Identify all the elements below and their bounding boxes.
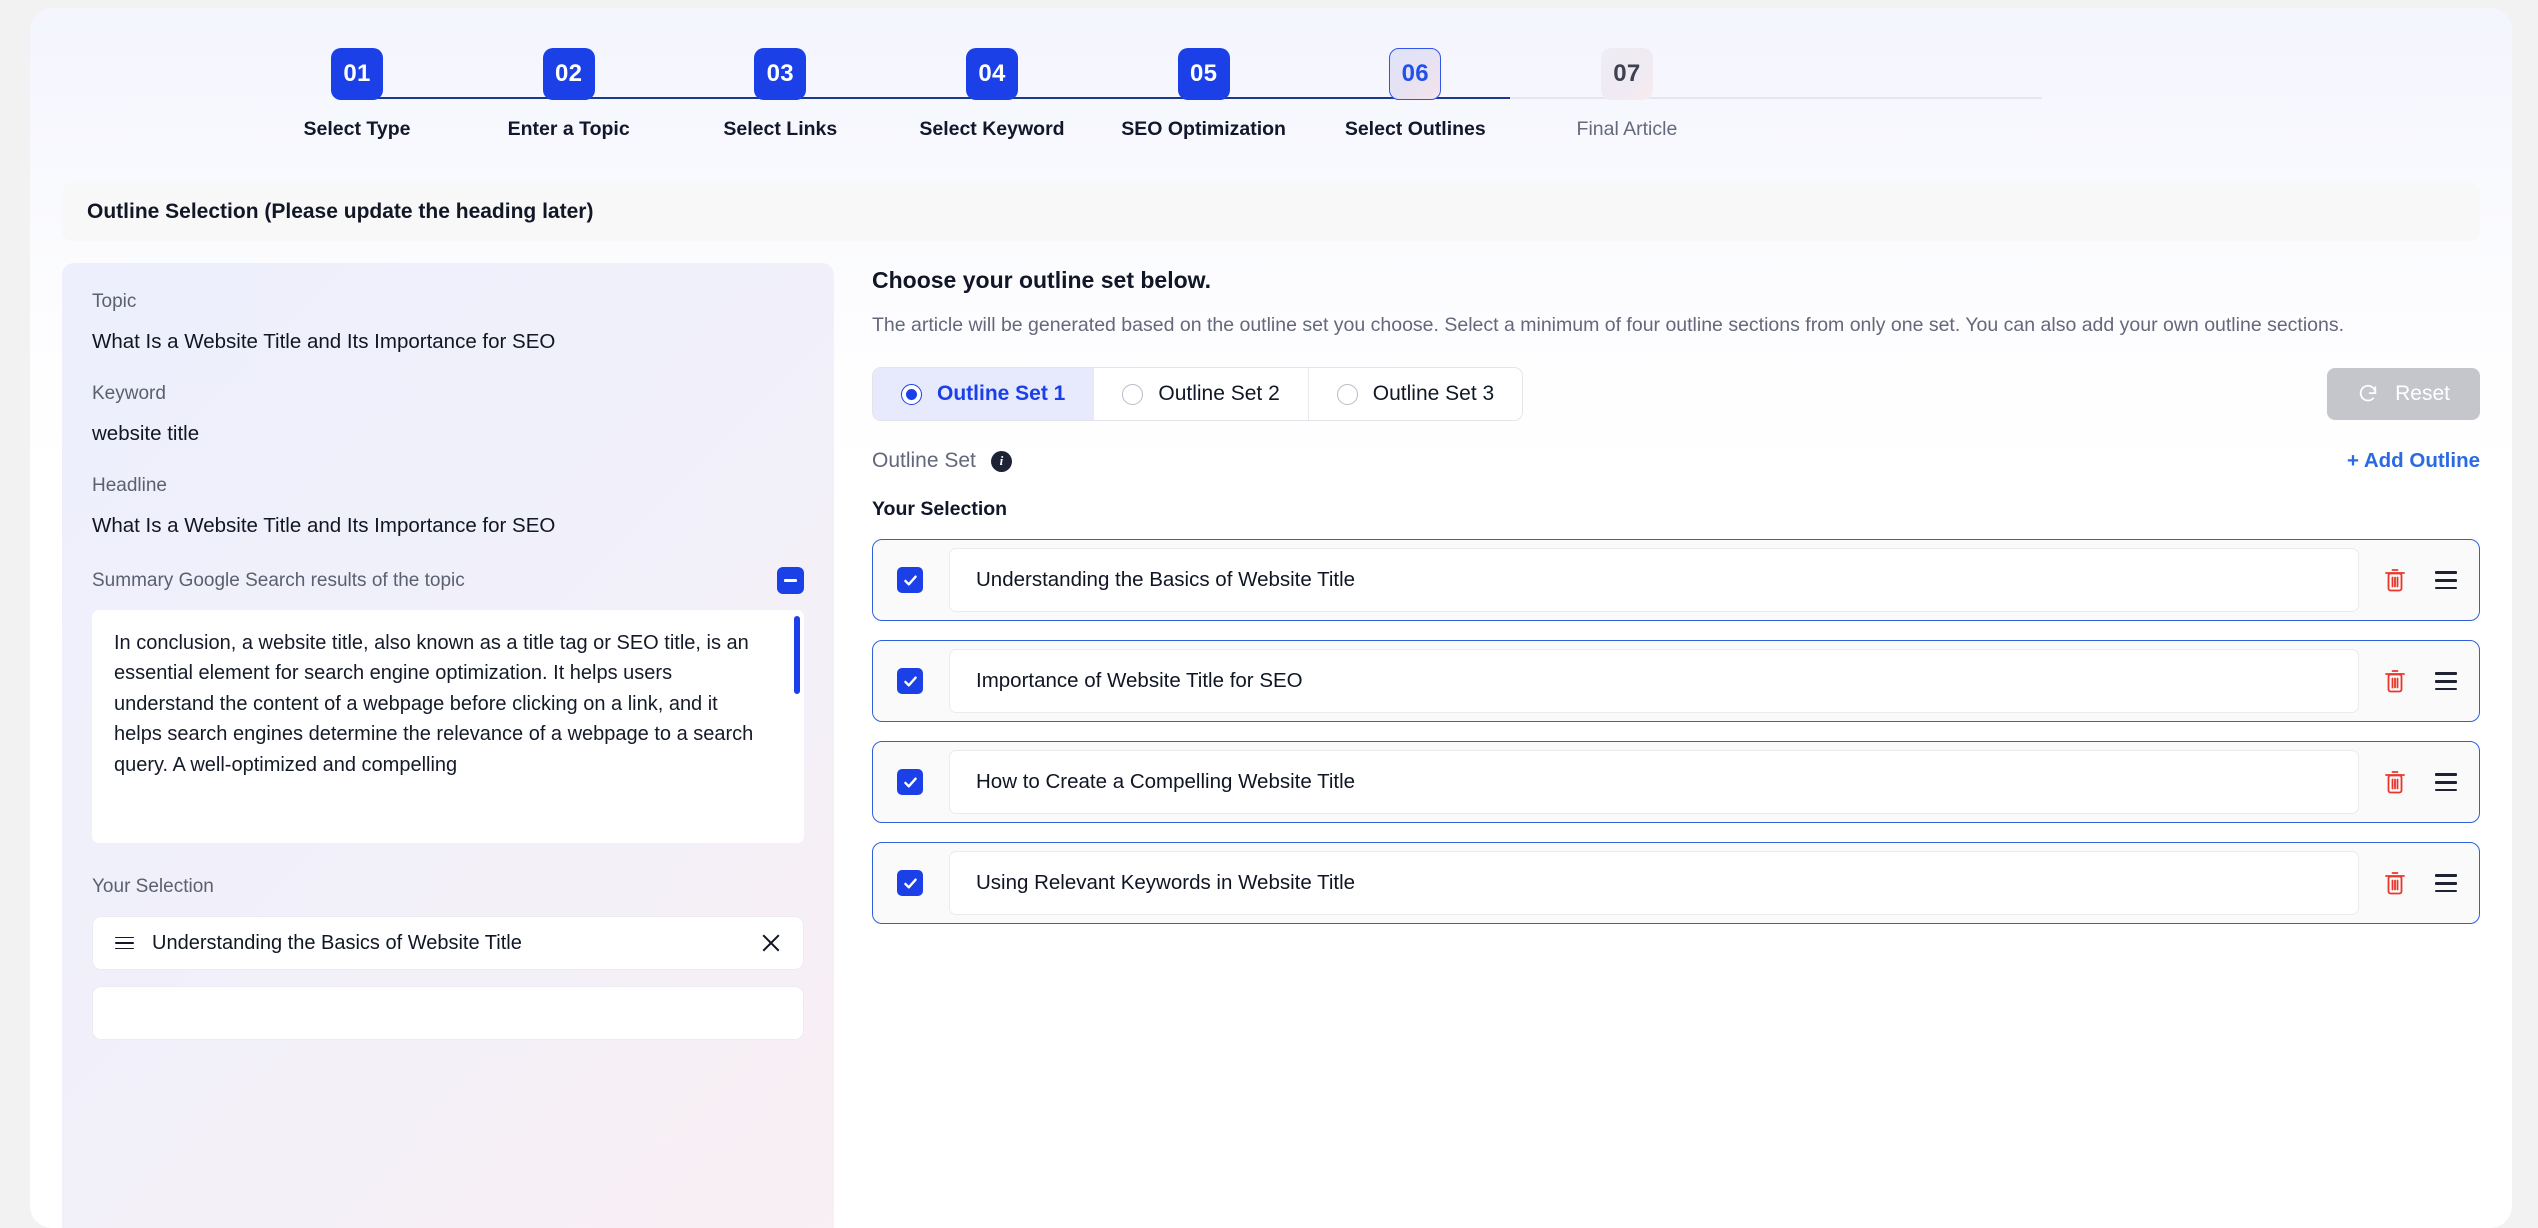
- checkbox-outline-2[interactable]: [897, 668, 923, 695]
- checkbox-outline-4[interactable]: [897, 870, 923, 897]
- outline-row-3[interactable]: How to Create a Compelling Website Title: [872, 741, 2480, 824]
- step-06-badge: 06: [1389, 48, 1442, 100]
- headline-value: What Is a Website Title and Its Importan…: [92, 514, 556, 537]
- step-07-label: Final Article: [1576, 118, 1678, 140]
- headline-label: Headline: [92, 475, 167, 496]
- trash-icon[interactable]: [2383, 870, 2407, 896]
- summary-scroll-box[interactable]: In conclusion, a website title, also kno…: [92, 610, 804, 843]
- tab-outline-set-3[interactable]: Outline Set 3: [1308, 368, 1523, 421]
- summary-label: Summary Google Search results of the top…: [92, 569, 465, 591]
- step-04-label: Select Keyword: [919, 118, 1065, 140]
- trash-icon[interactable]: [2383, 567, 2407, 593]
- step-01-label: Select Type: [303, 118, 411, 140]
- page-card: 01 Select Type 02 Enter a Topic 03 Selec…: [30, 8, 2512, 1228]
- page-title: Outline Selection (Please update the hea…: [87, 200, 594, 223]
- step-01[interactable]: 01 Select Type: [282, 48, 432, 141]
- context-sidebar: Topic What Is a Website Title and Its Im…: [62, 263, 834, 1228]
- outline-set-tabs: Outline Set 1 Outline Set 2 Outline Set …: [872, 367, 1524, 422]
- step-04[interactable]: 04 Select Keyword: [917, 48, 1067, 141]
- panel-title: Choose your outline set below.: [872, 267, 1212, 293]
- close-icon[interactable]: [759, 931, 783, 955]
- sidebar-selection-label: Your Selection: [92, 876, 214, 897]
- list-item-partial[interactable]: [92, 986, 804, 1040]
- list-item[interactable]: Understanding the Basics of Website Titl…: [92, 916, 804, 970]
- drag-handle-icon[interactable]: [2435, 869, 2457, 897]
- step-07-badge: 07: [1600, 48, 1653, 100]
- outline-input-1[interactable]: Understanding the Basics of Website Titl…: [949, 548, 2359, 613]
- step-02-badge: 02: [542, 48, 595, 100]
- reset-button-label: Reset: [2395, 382, 2450, 406]
- step-03[interactable]: 03 Select Links: [705, 48, 855, 141]
- radio-icon-set-2: [1122, 383, 1144, 405]
- tab-outline-set-1[interactable]: Outline Set 1: [873, 368, 1095, 421]
- trash-icon[interactable]: [2383, 769, 2407, 795]
- drag-handle-icon[interactable]: [2435, 566, 2457, 594]
- tab-outline-set-2-label: Outline Set 2: [1158, 382, 1280, 406]
- step-05-badge: 05: [1177, 48, 1230, 100]
- topic-label: Topic: [92, 291, 137, 312]
- step-01-badge: 01: [331, 48, 383, 100]
- drag-handle-icon[interactable]: [115, 933, 134, 953]
- step-03-label: Select Links: [723, 118, 838, 140]
- step-06-label: Select Outlines: [1344, 118, 1486, 140]
- outline-input-2[interactable]: Importance of Website Title for SEO: [949, 649, 2359, 714]
- outline-row-2[interactable]: Importance of Website Title for SEO: [872, 640, 2480, 723]
- outline-selection-panel: Choose your outline set below. The artic…: [872, 263, 2480, 1228]
- keyword-label: Keyword: [92, 383, 166, 404]
- drag-handle-icon[interactable]: [2435, 667, 2457, 695]
- outline-row-1[interactable]: Understanding the Basics of Website Titl…: [872, 539, 2480, 622]
- tab-outline-set-1-label: Outline Set 1: [937, 382, 1066, 406]
- step-05-label: SEO Optimization: [1121, 118, 1286, 140]
- tab-outline-set-2[interactable]: Outline Set 2: [1094, 368, 1309, 421]
- step-07[interactable]: 07 Final Article: [1552, 48, 1702, 141]
- rotate-ccw-icon: [2359, 385, 2377, 402]
- panel-description: The article will be generated based on t…: [872, 314, 2345, 336]
- step-02[interactable]: 02 Enter a Topic: [494, 48, 644, 141]
- step-02-label: Enter a Topic: [507, 118, 630, 140]
- summary-scrollbar-thumb[interactable]: [794, 616, 800, 694]
- outline-input-3[interactable]: How to Create a Compelling Website Title: [949, 750, 2359, 815]
- step-05[interactable]: 05 SEO Optimization: [1121, 48, 1286, 141]
- add-outline-button[interactable]: + Add Outline: [2347, 449, 2480, 473]
- outline-input-4[interactable]: Using Relevant Keywords in Website Title: [949, 851, 2359, 916]
- summary-text: In conclusion, a website title, also kno…: [114, 632, 754, 776]
- list-item-label: Understanding the Basics of Website Titl…: [152, 931, 522, 954]
- checkbox-outline-1[interactable]: [897, 567, 923, 594]
- step-06[interactable]: 06 Select Outlines: [1340, 48, 1490, 141]
- minus-icon[interactable]: [777, 567, 804, 594]
- checkbox-outline-3[interactable]: [897, 769, 923, 796]
- reset-button[interactable]: Reset: [2327, 368, 2480, 421]
- drag-handle-icon[interactable]: [2435, 768, 2457, 796]
- tab-outline-set-3-label: Outline Set 3: [1372, 382, 1495, 406]
- radio-icon-set-3: [1336, 383, 1358, 405]
- keyword-value: website title: [92, 422, 200, 445]
- trash-icon[interactable]: [2383, 668, 2407, 694]
- your-selection-label: Your Selection: [872, 498, 1008, 521]
- step-03-badge: 03: [754, 48, 807, 100]
- radio-icon-set-1: [901, 383, 922, 405]
- section-title-bar: Outline Selection (Please update the hea…: [62, 183, 2480, 241]
- info-icon[interactable]: i: [990, 450, 1012, 472]
- topic-value: What Is a Website Title and Its Importan…: [92, 330, 556, 353]
- outline-set-label: Outline Set: [872, 449, 976, 473]
- step-04-badge: 04: [965, 48, 1018, 100]
- progress-stepper: 01 Select Type 02 Enter a Topic 03 Selec…: [30, 48, 2512, 158]
- outline-row-4[interactable]: Using Relevant Keywords in Website Title: [872, 842, 2480, 925]
